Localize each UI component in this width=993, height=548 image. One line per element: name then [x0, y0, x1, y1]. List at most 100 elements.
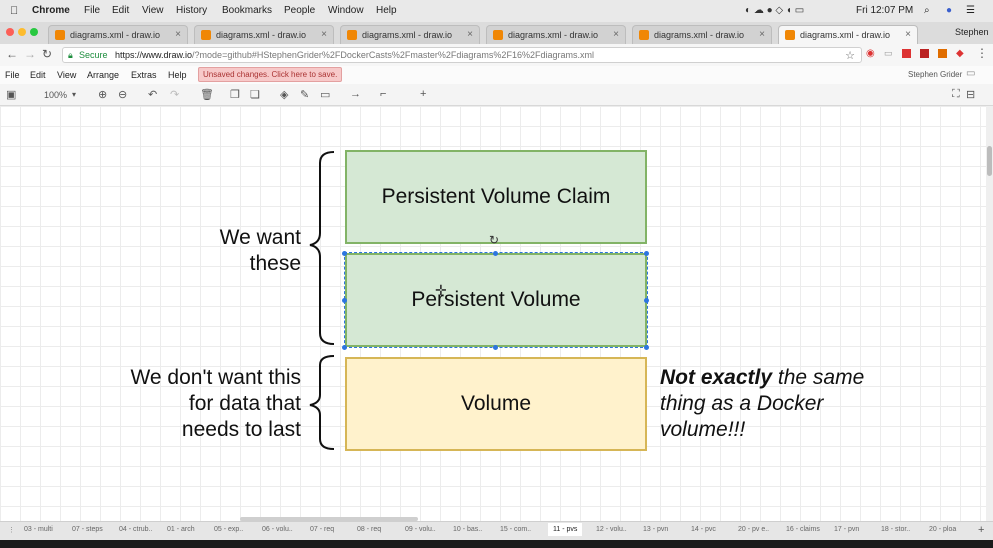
- drawio-menu-help[interactable]: Help: [168, 70, 187, 80]
- browser-tab[interactable]: diagrams.xml - draw.io ×: [340, 25, 480, 44]
- menu-people[interactable]: People: [284, 5, 315, 16]
- profile-name[interactable]: Stephen: [955, 27, 989, 37]
- drawing-canvas[interactable]: Persistent Volume Claim Persistent Volum…: [0, 106, 986, 521]
- browser-tab[interactable]: diagrams.xml - draw.io ×: [48, 25, 188, 44]
- forward-icon[interactable]: →: [24, 47, 36, 61]
- volume-box[interactable]: Volume: [345, 357, 647, 451]
- pages-menu-icon[interactable]: ⋮: [8, 526, 15, 534]
- chevron-down-icon[interactable]: ▾: [72, 90, 76, 99]
- browser-tab[interactable]: diagrams.xml - draw.io ×: [194, 25, 334, 44]
- spotlight-icon[interactable]: ⌕: [924, 5, 930, 16]
- close-tab-icon[interactable]: ×: [467, 29, 473, 40]
- resize-handle[interactable]: [644, 345, 649, 350]
- page-tab[interactable]: 04 - ctrub..: [119, 526, 152, 533]
- trash-icon[interactable]: 🗑︎: [200, 88, 214, 101]
- page-tab[interactable]: 07 - req: [310, 526, 334, 533]
- extension-icon[interactable]: [902, 49, 911, 58]
- page-tab[interactable]: 16 - claims: [786, 526, 820, 533]
- close-tab-icon[interactable]: ×: [759, 29, 765, 40]
- page-tab[interactable]: 06 - volu..: [262, 526, 293, 533]
- extension-icon[interactable]: [938, 49, 947, 58]
- extension-icon[interactable]: ◆: [956, 48, 964, 59]
- plus-icon[interactable]: +: [420, 88, 426, 100]
- drawio-menu-view[interactable]: View: [57, 70, 76, 80]
- resize-handle[interactable]: [493, 345, 498, 350]
- account-icon[interactable]: ▭: [966, 68, 975, 79]
- page-tab[interactable]: 17 - pvn: [834, 526, 859, 533]
- browser-tab[interactable]: diagrams.xml - draw.io ×: [632, 25, 772, 44]
- format-panel-icon[interactable]: ▣: [6, 88, 16, 101]
- page-tab[interactable]: 09 - volu..: [405, 526, 436, 533]
- menu-window[interactable]: Window: [328, 5, 364, 16]
- extension-icon[interactable]: [920, 49, 929, 58]
- notification-icon[interactable]: ☰: [966, 5, 975, 16]
- menu-edit[interactable]: Edit: [112, 5, 129, 16]
- apple-icon[interactable]: : [10, 5, 18, 17]
- fill-color-icon[interactable]: ◈: [280, 88, 288, 101]
- brace-dont-want[interactable]: [309, 355, 335, 450]
- connection-arrow-icon[interactable]: →: [350, 88, 361, 100]
- redo-icon[interactable]: ↷: [170, 88, 179, 101]
- vertical-scroll-thumb[interactable]: [987, 146, 992, 176]
- chrome-menu-icon[interactable]: ⋮: [976, 46, 988, 60]
- zoom-out-icon[interactable]: ⊖: [118, 88, 127, 101]
- reload-icon[interactable]: ↻: [42, 47, 52, 61]
- app-menu[interactable]: Chrome: [32, 5, 70, 16]
- line-color-icon[interactable]: ✎: [300, 88, 309, 101]
- page-tab-active[interactable]: 11 - pvs: [548, 523, 583, 536]
- page-tab[interactable]: 10 - bas..: [453, 526, 482, 533]
- resize-handle[interactable]: [342, 345, 347, 350]
- page-tab[interactable]: 12 - volu..: [596, 526, 627, 533]
- collapse-icon[interactable]: ⊟: [966, 88, 975, 101]
- page-tab[interactable]: 07 - steps: [72, 526, 103, 533]
- minimize-window-button[interactable]: [18, 28, 26, 36]
- menu-view[interactable]: View: [142, 5, 164, 16]
- resize-handle[interactable]: [342, 251, 347, 256]
- extension-icon[interactable]: ◉: [866, 48, 875, 59]
- zoom-select[interactable]: 100%: [44, 90, 67, 100]
- persistent-volume-box[interactable]: Persistent Volume: [344, 252, 648, 348]
- address-bar[interactable]: 🔒︎ Secure https://www.draw.io/?mode=gith…: [62, 47, 862, 63]
- to-back-icon[interactable]: ❏: [250, 88, 260, 101]
- resize-handle[interactable]: [342, 298, 347, 303]
- shadow-icon[interactable]: ▭: [320, 88, 330, 101]
- resize-handle[interactable]: [644, 298, 649, 303]
- drawio-menu-file[interactable]: File: [5, 70, 20, 80]
- back-icon[interactable]: ←: [6, 47, 18, 61]
- extension-icon[interactable]: ▭: [884, 48, 893, 59]
- persistent-volume-claim-box[interactable]: Persistent Volume Claim: [345, 150, 647, 244]
- siri-icon[interactable]: ●: [946, 5, 952, 16]
- to-front-icon[interactable]: ❐: [230, 88, 240, 101]
- drawio-menu-arrange[interactable]: Arrange: [87, 70, 119, 80]
- page-tab[interactable]: 05 - exp..: [214, 526, 243, 533]
- page-tab[interactable]: 14 - pvc: [691, 526, 716, 533]
- browser-tab[interactable]: diagrams.xml - draw.io ×: [486, 25, 626, 44]
- drawio-menu-edit[interactable]: Edit: [30, 70, 46, 80]
- close-tab-icon[interactable]: ×: [613, 29, 619, 40]
- menu-history[interactable]: History: [176, 5, 207, 16]
- maximize-window-button[interactable]: [30, 28, 38, 36]
- page-tab[interactable]: 03 - multi: [24, 526, 53, 533]
- add-page-icon[interactable]: +: [978, 524, 984, 536]
- star-icon[interactable]: ☆: [845, 49, 855, 62]
- close-window-button[interactable]: [6, 28, 14, 36]
- undo-icon[interactable]: ↶: [148, 88, 157, 101]
- close-tab-icon[interactable]: ×: [905, 29, 911, 40]
- browser-tab-active[interactable]: diagrams.xml - draw.io ×: [778, 25, 918, 44]
- unsaved-changes-button[interactable]: Unsaved changes. Click here to save.: [198, 67, 343, 82]
- page-tab[interactable]: 20 - ploa: [929, 526, 956, 533]
- resize-handle[interactable]: [644, 251, 649, 256]
- close-tab-icon[interactable]: ×: [321, 29, 327, 40]
- zoom-in-icon[interactable]: ⊕: [98, 88, 107, 101]
- page-tab[interactable]: 20 - pv e..: [738, 526, 769, 533]
- drawio-menu-extras[interactable]: Extras: [131, 70, 157, 80]
- page-tab[interactable]: 08 - req: [357, 526, 381, 533]
- brace-want[interactable]: [309, 151, 335, 345]
- waypoint-icon[interactable]: ⌐: [380, 88, 386, 100]
- page-tab[interactable]: 13 - pvn: [643, 526, 668, 533]
- fullscreen-icon[interactable]: ⛶: [952, 88, 960, 101]
- resize-handle[interactable]: [493, 251, 498, 256]
- page-tab[interactable]: 15 - com..: [500, 526, 531, 533]
- menu-bookmarks[interactable]: Bookmarks: [222, 5, 272, 16]
- rotate-handle-icon[interactable]: ↻: [489, 233, 499, 247]
